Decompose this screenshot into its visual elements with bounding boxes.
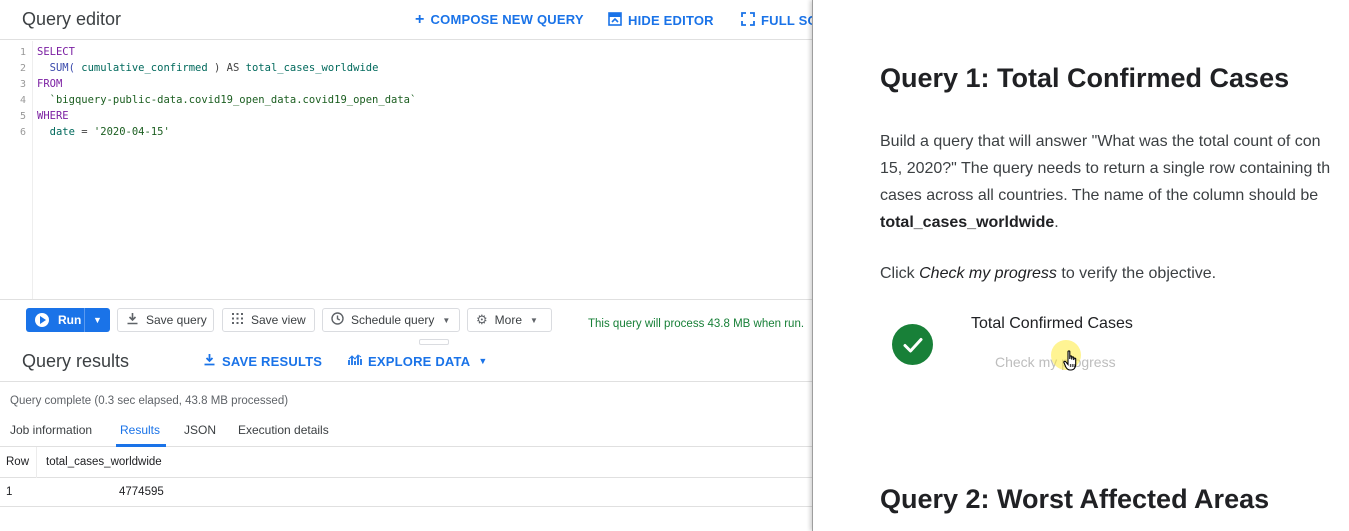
sql-table-name: `bigquery-public-data.covid19_open_data.… — [49, 94, 417, 106]
sql-column: cumulative_confirmed — [74, 62, 215, 74]
code-line: WHERE — [37, 110, 69, 122]
check-icon — [892, 324, 933, 365]
chevron-down-icon: ▼ — [530, 315, 538, 325]
lab-instructions-pane: Query 1: Total Confirmed Cases Build a q… — [812, 0, 1349, 531]
line-number: 1 — [20, 47, 27, 58]
line-number: 3 — [20, 79, 27, 90]
sql-code-editor[interactable]: 1 2 3 4 5 6 SELECT SUM( cumulative_confi… — [0, 41, 812, 299]
hand-cursor-icon — [1063, 350, 1079, 372]
run-button[interactable]: Run ▼ — [26, 308, 110, 332]
sql-string: '2020-04-15' — [93, 126, 170, 138]
column-divider — [36, 447, 37, 478]
full-screen-button[interactable]: FULL SC — [741, 12, 812, 29]
more-label: More — [494, 313, 522, 327]
sql-alias: total_cases_worldwide — [245, 62, 379, 74]
q2-heading: Query 2: Worst Affected Areas — [880, 484, 1270, 514]
editor-title: Query editor — [22, 9, 122, 29]
chart-icon — [348, 353, 362, 369]
results-tabs: Job information Results JSON Execution d… — [0, 414, 812, 447]
instruction-text: Build a query that will answer "What was… — [880, 133, 1321, 150]
results-table: Row total_cases_worldwide 1 4774595 — [0, 447, 812, 507]
bigquery-pane: Query editor + COMPOSE NEW QUERY HIDE ED… — [0, 0, 812, 531]
chevron-down-icon: ▼ — [442, 315, 451, 325]
tab-execution-details[interactable]: Execution details — [238, 423, 329, 437]
code-line: SELECT — [37, 46, 75, 58]
save-results-button[interactable]: SAVE RESULTS — [203, 353, 322, 369]
editor-toolbar: Run ▼ Save query Save view Schedule quer… — [0, 299, 812, 341]
sql-keyword: FROM — [37, 78, 63, 90]
code-line: FROM — [37, 78, 62, 90]
table-header: Row total_cases_worldwide — [0, 447, 812, 478]
instruction-text: total_cases_worldwide. — [880, 214, 1059, 232]
explore-data-button[interactable]: EXPLORE DATA ▼ — [348, 353, 487, 369]
save-query-button[interactable]: Save query — [117, 308, 214, 332]
click-instruction: Click Check my progress to verify the ob… — [880, 265, 1216, 283]
hide-editor-label: HIDE EDITOR — [628, 13, 714, 28]
tab-results[interactable]: Results — [120, 423, 160, 437]
schedule-query-label: Schedule query — [351, 313, 435, 327]
save-icon — [126, 312, 139, 328]
sql-keyword: WHERE — [37, 110, 69, 122]
play-icon — [35, 313, 49, 327]
hide-editor-icon — [608, 12, 622, 29]
table-row: 1 4774595 — [0, 478, 812, 507]
sql-keyword: AS — [220, 62, 246, 74]
line-number: 6 — [20, 127, 27, 138]
code-line: SUM( cumulative_confirmed ) AS total_cas… — [37, 62, 379, 74]
sql-keyword: SELECT — [37, 46, 75, 58]
column-header-total-cases: total_cases_worldwide — [46, 456, 162, 468]
save-view-label: Save view — [251, 313, 306, 327]
q1-heading: Query 1: Total Confirmed Cases — [880, 63, 1290, 93]
column-header-row: Row — [6, 456, 30, 468]
column-name-bold: total_cases_worldwide — [880, 214, 1055, 231]
more-button[interactable]: ⚙ More ▼ — [467, 308, 552, 332]
code-line: `bigquery-public-data.covid19_open_data.… — [37, 94, 417, 106]
chevron-down-icon: ▼ — [478, 356, 488, 366]
compose-new-query-button[interactable]: + COMPOSE NEW QUERY — [415, 10, 584, 28]
editor-header: Query editor + COMPOSE NEW QUERY HIDE ED… — [0, 0, 812, 40]
validator-message: This query will process 43.8 MB when run… — [588, 318, 805, 330]
sql-column: date — [49, 126, 75, 138]
save-view-button[interactable]: Save view — [222, 308, 315, 332]
download-icon — [203, 353, 216, 369]
hide-editor-button[interactable]: HIDE EDITOR — [608, 12, 714, 29]
run-dropdown-caret[interactable]: ▼ — [84, 308, 110, 332]
full-screen-label: FULL SC — [761, 13, 812, 28]
query-status: Query complete (0.3 sec elapsed, 43.8 MB… — [10, 395, 289, 407]
code-line: date = '2020-04-15' — [37, 126, 170, 138]
line-number: 2 — [20, 63, 27, 74]
line-number: 5 — [20, 111, 27, 122]
run-label: Run — [58, 313, 82, 327]
results-title: Query results — [22, 351, 130, 371]
sql-operator: = — [74, 126, 94, 138]
tab-json[interactable]: JSON — [184, 423, 216, 437]
click-italic: Check my progress — [919, 265, 1057, 282]
results-header: Query results SAVE RESULTS EXPLORE DATA … — [0, 342, 812, 382]
grid-icon — [231, 312, 244, 328]
gear-icon: ⚙ — [476, 312, 488, 327]
sql-function: SUM( — [49, 62, 75, 74]
plus-icon: + — [415, 10, 425, 28]
line-number-gutter: 1 2 3 4 5 6 — [0, 41, 33, 299]
instruction-text: 15, 2020?" The query needs to return a s… — [880, 160, 1331, 177]
fullscreen-icon — [741, 12, 755, 29]
click-suffix: to verify the objective. — [1056, 265, 1217, 282]
row-number-cell: 1 — [6, 486, 13, 498]
checkpoint-title: Total Confirmed Cases — [971, 315, 1133, 332]
clock-icon — [331, 312, 344, 328]
schedule-query-button[interactable]: Schedule query ▼ — [322, 308, 460, 332]
save-results-label: SAVE RESULTS — [222, 353, 323, 369]
save-query-label: Save query — [146, 313, 207, 327]
explore-data-label: EXPLORE DATA — [368, 353, 471, 369]
line-number: 4 — [20, 95, 27, 106]
instruction-period: . — [1054, 214, 1059, 231]
total-cases-cell: 4774595 — [119, 486, 164, 498]
instruction-text: cases across all countries. The name of … — [880, 187, 1319, 204]
click-prefix: Click — [880, 265, 920, 282]
compose-label: COMPOSE NEW QUERY — [430, 12, 584, 27]
tab-job-information[interactable]: Job information — [10, 423, 92, 437]
